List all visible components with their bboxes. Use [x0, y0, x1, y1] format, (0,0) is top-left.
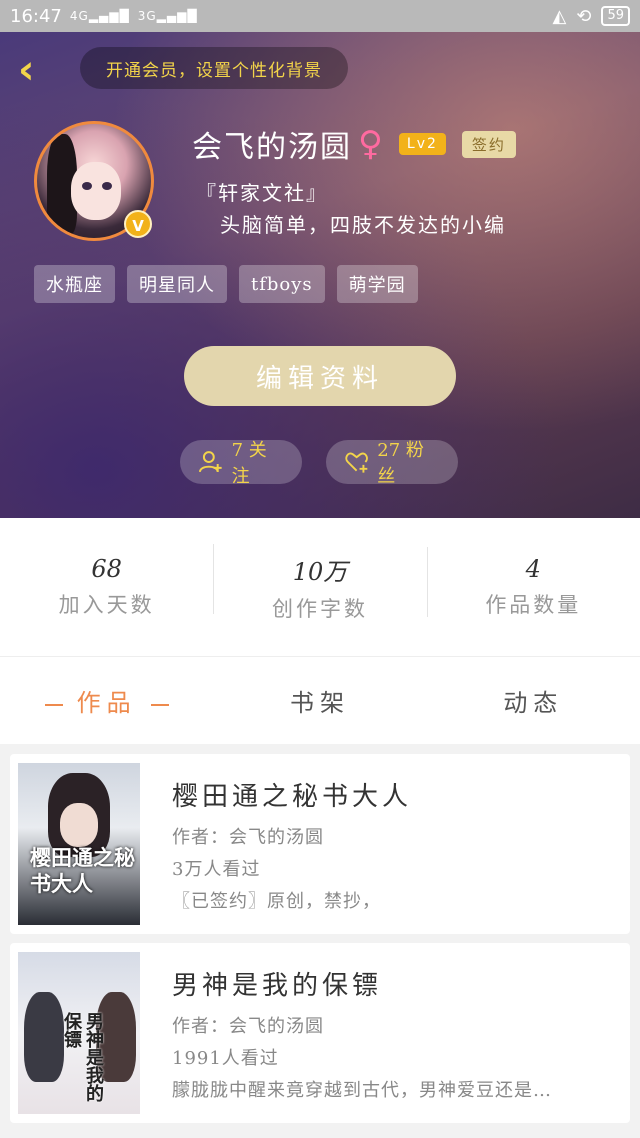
- contract-badge: 签约: [461, 130, 516, 158]
- tag-item[interactable]: 萌学园: [336, 265, 418, 303]
- following-button[interactable]: 7 关注: [180, 440, 302, 487]
- lock-rotation-icon: ⟲: [576, 5, 592, 27]
- stat-word-count: 10万 创作字数: [213, 543, 426, 623]
- stat-label: 作品数量: [485, 593, 582, 617]
- edit-profile-button[interactable]: 编辑资料: [184, 346, 456, 406]
- book-views: 3万人看过: [172, 859, 261, 880]
- clock: 16:47: [10, 5, 62, 27]
- username: 会飞的汤圆: [192, 130, 352, 165]
- stat-works-count: 4 作品数量: [426, 547, 640, 619]
- heart-plus-icon: [345, 452, 368, 473]
- book-cover[interactable]: 男神是我的保镖: [18, 952, 140, 1114]
- fans-button[interactable]: 27 粉丝: [326, 440, 458, 487]
- tag-item[interactable]: 水瓶座: [34, 265, 115, 303]
- battery-icon: 59: [601, 6, 630, 26]
- stat-label: 加入天数: [58, 593, 155, 617]
- signal-3g-icon: 3G▂▄▆█: [137, 9, 198, 23]
- book-card[interactable]: 男神是我的保镖 男神是我的保镖 作者：会飞的汤圆 1991人看过 朦胧胧中醒来竟…: [10, 943, 630, 1123]
- book-description: 〖已签约〗原创，禁抄，: [172, 891, 381, 912]
- stat-value: 10万: [292, 557, 348, 586]
- book-views: 1991人看过: [172, 1048, 279, 1069]
- book-cover[interactable]: 樱田通之秘书大人: [18, 763, 140, 925]
- verified-v-icon: V: [124, 210, 152, 238]
- stats-bar: 68 加入天数 10万 创作字数 4 作品数量: [0, 518, 640, 656]
- tag-item[interactable]: 明星同人: [127, 265, 227, 303]
- signal-4g-icon: 4G▂▄▆█: [69, 9, 130, 23]
- stat-join-days: 68 加入天数: [0, 555, 213, 619]
- content-tabs: 作品 书架 动态: [0, 656, 640, 744]
- book-author: 作者：会飞的汤圆: [172, 1016, 324, 1037]
- add-user-icon: [198, 451, 222, 473]
- following-label: 7 关注: [231, 440, 267, 487]
- profile-header: ‹ 开通会员，设置个性化背景 V 会飞的汤圆 ♀ Lv2 签约 『轩家文社』 头…: [0, 32, 640, 518]
- bio-line-1: 『轩家文社』: [196, 181, 328, 205]
- book-author: 作者：会飞的汤圆: [172, 827, 324, 848]
- stat-value: 68: [91, 555, 122, 583]
- status-bar: 16:47 4G▂▄▆█ 3G▂▄▆█ ◭ ⟲ 59: [0, 0, 640, 32]
- back-chevron-icon[interactable]: ‹: [18, 50, 54, 90]
- nfc-icon: ◭: [552, 5, 567, 27]
- bio-line-2: 头脑简单，四肢不发达的小编: [220, 213, 506, 237]
- tag-list: 水瓶座 明星同人 tfboys 萌学园: [34, 265, 418, 303]
- book-card[interactable]: 樱田通之秘书大人 樱田通之秘书大人 作者：会飞的汤圆 3万人看过 〖已签约〗原创…: [10, 754, 630, 934]
- book-description: 朦胧胧中醒来竟穿越到古代，男神爱豆还是…: [172, 1080, 552, 1101]
- book-title: 男神是我的保镖: [172, 971, 383, 1001]
- tag-item[interactable]: tfboys: [239, 265, 325, 303]
- stat-value: 4: [525, 555, 541, 583]
- bio: 『轩家文社』 头脑简单，四肢不发达的小编: [196, 177, 506, 241]
- female-icon: ♀: [358, 124, 385, 164]
- book-info: 男神是我的保镖 作者：会飞的汤圆 1991人看过 朦胧胧中醒来竟穿越到古代，男神…: [172, 965, 612, 1102]
- cover-title: 男神是我的保镖: [61, 1012, 104, 1102]
- tab-activity[interactable]: 动态: [427, 683, 640, 718]
- tab-bookshelf[interactable]: 书架: [213, 683, 426, 718]
- tab-works[interactable]: 作品: [0, 683, 213, 718]
- level-badge: Lv2: [398, 133, 446, 155]
- fans-label: 27 粉丝: [377, 440, 424, 487]
- stat-label: 创作字数: [271, 596, 368, 621]
- cover-title: 樱田通之秘书大人: [30, 845, 135, 896]
- vip-background-button[interactable]: 开通会员，设置个性化背景: [80, 47, 348, 89]
- book-info: 樱田通之秘书大人 作者：会飞的汤圆 3万人看过 〖已签约〗原创，禁抄，: [172, 776, 612, 913]
- book-title: 樱田通之秘书大人: [172, 782, 413, 812]
- username-row: 会飞的汤圆 ♀ Lv2 签约: [192, 122, 516, 166]
